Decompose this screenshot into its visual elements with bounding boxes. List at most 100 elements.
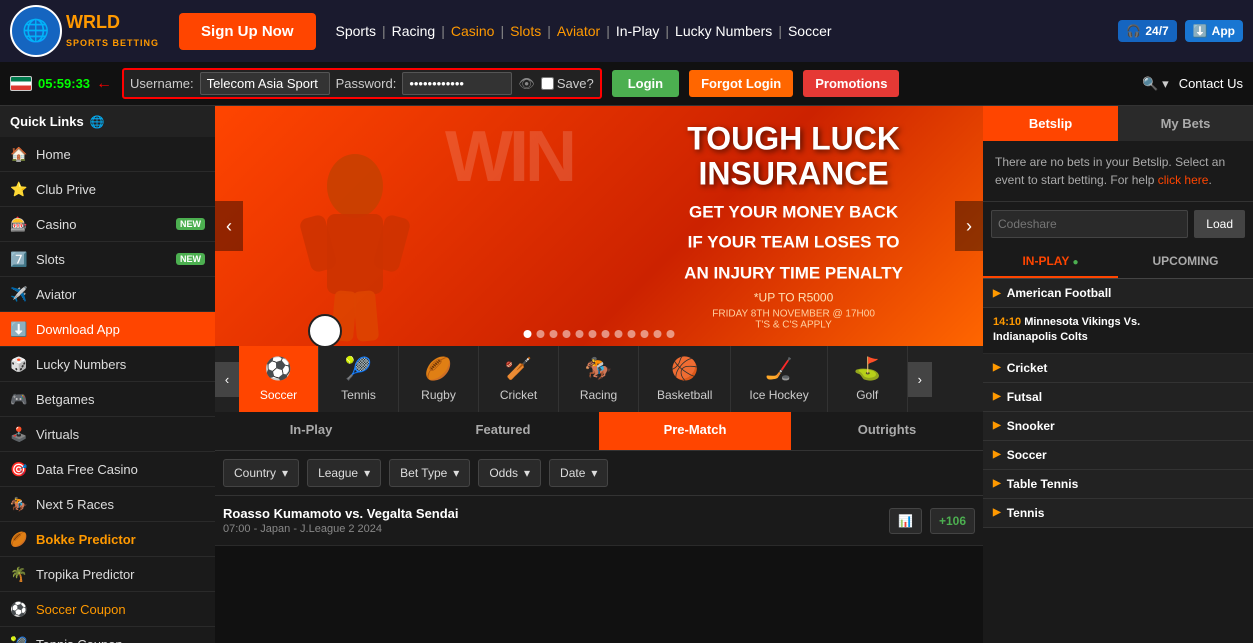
- match-more-button[interactable]: +106: [930, 508, 975, 534]
- sport-section-soccer[interactable]: ▶ Soccer: [983, 441, 1253, 470]
- filter-odds[interactable]: Odds ▾: [478, 459, 541, 487]
- chevron-icon-4: ▶: [993, 420, 1001, 431]
- filter-bet-type[interactable]: Bet Type ▾: [389, 459, 470, 487]
- contact-link[interactable]: Contact Us: [1179, 76, 1243, 91]
- banner-dot-11[interactable]: [667, 330, 675, 338]
- tab-featured[interactable]: Featured: [407, 412, 599, 450]
- sidebar-item-lucky-numbers[interactable]: 🎲 Lucky Numbers: [0, 347, 215, 382]
- inplay-tab-upcoming[interactable]: UPCOMING: [1118, 246, 1253, 278]
- sport-section-tennis[interactable]: ▶ Tennis: [983, 499, 1253, 528]
- sport-tab-tennis[interactable]: 🎾 Tennis: [319, 346, 399, 412]
- tab-prematch-label: Pre-Match: [664, 422, 727, 437]
- banner-dot-9[interactable]: [641, 330, 649, 338]
- tennis-coupon-icon: 🎾: [10, 635, 28, 643]
- list-item[interactable]: 14:10 Minnesota Vikings Vs.Indianapolis …: [983, 308, 1253, 354]
- match-time: 14:10: [993, 316, 1024, 328]
- filter-league[interactable]: League ▾: [307, 459, 381, 487]
- match-stats-button[interactable]: 📊: [889, 508, 922, 534]
- nav-aviator[interactable]: Aviator: [557, 23, 600, 39]
- sidebar-label-tennis-coupon: Tennis Coupon: [36, 637, 123, 643]
- sidebar-item-bokke-predictor[interactable]: 🏉 Bokke Predictor: [0, 522, 215, 557]
- load-button[interactable]: Load: [1194, 210, 1245, 238]
- sport-section-cricket[interactable]: ▶ Cricket: [983, 354, 1253, 383]
- badge-app[interactable]: ⬇️ App: [1185, 20, 1243, 42]
- filter-country[interactable]: Country ▾: [223, 459, 299, 487]
- sidebar-item-club-prive[interactable]: ⭐ Club Prive: [0, 172, 215, 207]
- sport-tab-prev[interactable]: ‹: [215, 362, 239, 397]
- sport-tab-golf[interactable]: ⛳ Golf: [828, 346, 908, 412]
- inplay-tab-inplay[interactable]: IN-PLAY ●: [983, 246, 1118, 278]
- sport-tab-racing[interactable]: 🏇 Racing: [559, 346, 639, 412]
- betslip-click-here-link[interactable]: click here: [1158, 173, 1209, 187]
- banner-prev-button[interactable]: ‹: [215, 201, 243, 251]
- save-checkbox[interactable]: [541, 77, 554, 90]
- slots-badge: NEW: [176, 253, 205, 265]
- my-bets-tab[interactable]: My Bets: [1118, 106, 1253, 141]
- soccer-sport-icon: ⚽: [265, 356, 292, 382]
- forgot-login-button[interactable]: Forgot Login: [689, 70, 793, 97]
- banner-dot-6[interactable]: [602, 330, 610, 338]
- sport-tab-next[interactable]: ›: [908, 362, 932, 397]
- sport-section-snooker[interactable]: ▶ Snooker: [983, 412, 1253, 441]
- banner-dot-5[interactable]: [589, 330, 597, 338]
- promotions-button[interactable]: Promotions: [803, 70, 899, 97]
- betslip-tab[interactable]: Betslip: [983, 106, 1118, 141]
- banner-dot-2[interactable]: [550, 330, 558, 338]
- inplay-tab-label: IN-PLAY: [1022, 254, 1072, 268]
- banner-next-button[interactable]: ›: [955, 201, 983, 251]
- banner-dot-1[interactable]: [537, 330, 545, 338]
- sidebar-item-tropika-predictor[interactable]: 🌴 Tropika Predictor: [0, 557, 215, 592]
- filter-bet-type-label: Bet Type: [400, 466, 447, 480]
- sidebar-item-next-5-races[interactable]: 🏇 Next 5 Races: [0, 487, 215, 522]
- signup-button[interactable]: Sign Up Now: [179, 13, 316, 50]
- sidebar-label-data-free-casino: Data Free Casino: [36, 462, 138, 477]
- soccer-coupon-icon: ⚽: [10, 600, 28, 618]
- nav-inplay[interactable]: In-Play: [616, 23, 660, 39]
- sidebar-item-virtuals[interactable]: 🕹️ Virtuals: [0, 417, 215, 452]
- sport-tab-rugby[interactable]: 🏉 Rugby: [399, 346, 479, 412]
- sidebar-item-betgames[interactable]: 🎮 Betgames: [0, 382, 215, 417]
- sport-section-label: American Football: [1007, 286, 1112, 300]
- password-input[interactable]: [402, 72, 512, 95]
- sport-tab-ice-hockey[interactable]: 🏒 Ice Hockey: [731, 346, 827, 412]
- sport-tab-cricket[interactable]: 🏏 Cricket: [479, 346, 559, 412]
- search-icon[interactable]: 🔍 ▾: [1142, 76, 1168, 92]
- sport-section-american-football[interactable]: ▶ American Football: [983, 279, 1253, 308]
- banner-dot-7[interactable]: [615, 330, 623, 338]
- sidebar-item-casino[interactable]: 🎰 Casino NEW: [0, 207, 215, 242]
- sport-section-futsal[interactable]: ▶ Futsal: [983, 383, 1253, 412]
- banner-dot-8[interactable]: [628, 330, 636, 338]
- nav-casino[interactable]: Casino: [451, 23, 495, 39]
- login-button[interactable]: Login: [612, 70, 679, 97]
- sport-tab-ice-hockey-label: Ice Hockey: [749, 388, 808, 402]
- chevron-icon-7: ▶: [993, 507, 1001, 518]
- nav-sports[interactable]: Sports: [336, 23, 376, 39]
- tab-outrights[interactable]: Outrights: [791, 412, 983, 450]
- banner-dot-10[interactable]: [654, 330, 662, 338]
- username-input[interactable]: [200, 72, 330, 95]
- banner-dot-3[interactable]: [563, 330, 571, 338]
- nav-slots[interactable]: Slots: [510, 23, 541, 39]
- sidebar-item-download-app[interactable]: ⬇️ Download App: [0, 312, 215, 347]
- sidebar-item-aviator[interactable]: ✈️ Aviator: [0, 277, 215, 312]
- sport-section-table-tennis[interactable]: ▶ Table Tennis: [983, 470, 1253, 499]
- racing-sport-icon: 🏇: [585, 356, 612, 382]
- nav-lucky-numbers[interactable]: Lucky Numbers: [675, 23, 772, 39]
- codeshare-input[interactable]: [991, 210, 1188, 238]
- banner-dot-4[interactable]: [576, 330, 584, 338]
- filter-date[interactable]: Date ▾: [549, 459, 608, 487]
- sport-tab-basketball[interactable]: 🏀 Basketball: [639, 346, 731, 412]
- sport-tab-soccer[interactable]: ⚽ Soccer: [239, 346, 319, 412]
- nav-soccer[interactable]: Soccer: [788, 23, 832, 39]
- sidebar-item-data-free-casino[interactable]: 🎯 Data Free Casino: [0, 452, 215, 487]
- sidebar-item-slots[interactable]: 7️⃣ Slots NEW: [0, 242, 215, 277]
- eye-icon[interactable]: 👁: [518, 76, 535, 92]
- sidebar-item-home[interactable]: 🏠 Home: [0, 137, 215, 172]
- nav-racing[interactable]: Racing: [392, 23, 436, 39]
- tab-prematch[interactable]: Pre-Match: [599, 412, 791, 450]
- golf-sport-icon: ⛳: [854, 356, 881, 382]
- tab-inplay[interactable]: In-Play: [215, 412, 407, 450]
- banner-dots: [524, 330, 675, 338]
- banner-dot-0[interactable]: [524, 330, 532, 338]
- sidebar-item-soccer-coupon[interactable]: ⚽ Soccer Coupon: [0, 592, 215, 627]
